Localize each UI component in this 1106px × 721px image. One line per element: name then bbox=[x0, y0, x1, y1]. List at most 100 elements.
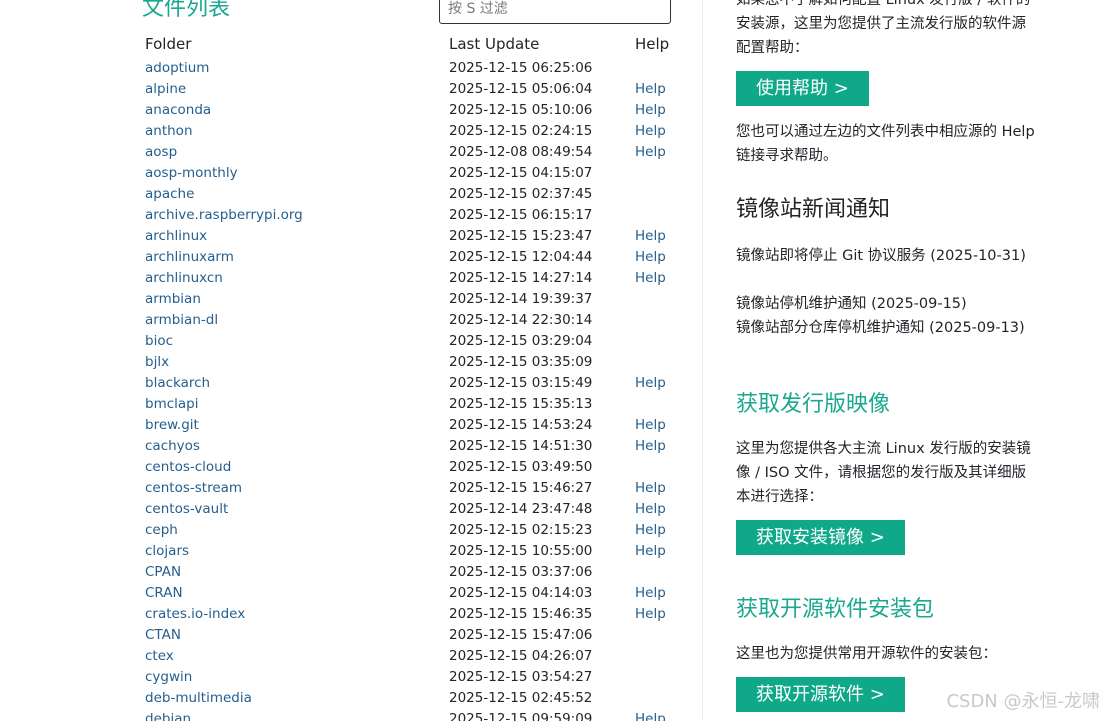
sidebar: 如果您不了解如何配置 Linux 发行版 / 软件的安装源，这里为您提供了主流发… bbox=[702, 0, 1106, 721]
help-intro-text: 如果您不了解如何配置 Linux 发行版 / 软件的安装源，这里为您提供了主流发… bbox=[736, 0, 1031, 56]
table-row: aosp-monthly 2025-12-15 04:15:07 bbox=[0, 163, 702, 184]
folder-link[interactable]: bjlx bbox=[145, 352, 169, 373]
help-link[interactable]: Help bbox=[635, 373, 666, 394]
news-item[interactable]: 镜像站部分仓库停机维护通知 (2025-09-13) bbox=[736, 316, 1036, 340]
table-row: armbian 2025-12-14 19:39:37 bbox=[0, 289, 702, 310]
last-update-cell: 2025-12-15 03:29:04 bbox=[449, 333, 593, 349]
news-item[interactable]: 镜像站停机维护通知 (2025-09-15) bbox=[736, 292, 1036, 316]
last-update-cell: 2025-12-15 02:45:52 bbox=[449, 690, 593, 706]
last-update-cell: 2025-12-15 03:49:50 bbox=[449, 459, 593, 475]
table-row: CRAN 2025-12-15 04:14:03 Help bbox=[0, 583, 702, 604]
help-link[interactable]: Help bbox=[635, 142, 666, 163]
help-link[interactable]: Help bbox=[635, 226, 666, 247]
folder-link[interactable]: brew.git bbox=[145, 415, 199, 436]
folder-link[interactable]: archlinux bbox=[145, 226, 207, 247]
folder-link[interactable]: debian bbox=[145, 709, 191, 721]
table-row: ctex 2025-12-15 04:26:07 bbox=[0, 646, 702, 667]
folder-link[interactable]: clojars bbox=[145, 541, 189, 562]
folder-link[interactable]: bioc bbox=[145, 331, 173, 352]
table-row: archlinuxcn 2025-12-15 14:27:14 Help bbox=[0, 268, 702, 289]
last-update-cell: 2025-12-15 10:55:00 bbox=[449, 543, 593, 559]
help-link[interactable]: Help bbox=[635, 541, 666, 562]
folder-link[interactable]: bmclapi bbox=[145, 394, 199, 415]
help-link[interactable]: Help bbox=[635, 79, 666, 100]
folder-link[interactable]: alpine bbox=[145, 79, 186, 100]
last-update-cell: 2025-12-15 06:25:06 bbox=[449, 60, 593, 76]
folder-link[interactable]: CTAN bbox=[145, 625, 181, 646]
table-row: CTAN 2025-12-15 15:47:06 bbox=[0, 625, 702, 646]
folder-link[interactable]: armbian bbox=[145, 289, 201, 310]
folder-link[interactable]: deb-multimedia bbox=[145, 688, 252, 709]
folder-link[interactable]: aosp bbox=[145, 142, 177, 163]
folder-link[interactable]: cygwin bbox=[145, 667, 192, 688]
help-link[interactable]: Help bbox=[635, 415, 666, 436]
usage-help-button[interactable]: 使用帮助 > bbox=[736, 71, 869, 106]
table-row: brew.git 2025-12-15 14:53:24 Help bbox=[0, 415, 702, 436]
last-update-cell: 2025-12-15 15:35:13 bbox=[449, 396, 593, 412]
folder-link[interactable]: crates.io-index bbox=[145, 604, 245, 625]
help-link[interactable]: Help bbox=[635, 478, 666, 499]
last-update-cell: 2025-12-15 03:37:06 bbox=[449, 564, 593, 580]
folder-link[interactable]: archive.raspberrypi.org bbox=[145, 205, 303, 226]
file-list-panel: 文件列表 Folder Last Update Help adoptium 202… bbox=[0, 0, 702, 721]
help-link[interactable]: Help bbox=[635, 436, 666, 457]
watermark: CSDN @永恒-龙啸 bbox=[946, 691, 1100, 712]
help-link[interactable]: Help bbox=[635, 100, 666, 121]
table-row: bjlx 2025-12-15 03:35:09 bbox=[0, 352, 702, 373]
last-update-cell: 2025-12-15 02:15:23 bbox=[449, 522, 593, 538]
last-update-cell: 2025-12-15 15:23:47 bbox=[449, 228, 593, 244]
column-header-folder[interactable]: Folder bbox=[145, 34, 191, 54]
help-note-text: 您也可以通过左边的文件列表中相应源的 Help 链接寻求帮助。 bbox=[736, 124, 1035, 164]
file-list-table: adoptium 2025-12-15 06:25:06 alpine 2025-12… bbox=[0, 58, 702, 721]
folder-link[interactable]: apache bbox=[145, 184, 194, 205]
get-app-button[interactable]: 获取开源软件 > bbox=[736, 677, 905, 712]
folder-link[interactable]: CRAN bbox=[145, 583, 183, 604]
folder-link[interactable]: ctex bbox=[145, 646, 174, 667]
help-link[interactable]: Help bbox=[635, 121, 666, 142]
folder-link[interactable]: anthon bbox=[145, 121, 193, 142]
last-update-cell: 2025-12-14 23:47:48 bbox=[449, 501, 593, 517]
folder-link[interactable]: blackarch bbox=[145, 373, 210, 394]
last-update-cell: 2025-12-15 06:15:17 bbox=[449, 207, 593, 223]
folder-link[interactable]: cachyos bbox=[145, 436, 200, 457]
folder-link[interactable]: armbian-dl bbox=[145, 310, 218, 331]
column-header-last-update[interactable]: Last Update bbox=[449, 34, 539, 54]
help-link[interactable]: Help bbox=[635, 709, 666, 721]
table-row: crates.io-index 2025-12-15 15:46:35 Help bbox=[0, 604, 702, 625]
help-link[interactable]: Help bbox=[635, 268, 666, 289]
help-link[interactable]: Help bbox=[635, 247, 666, 268]
iso-section-text: 这里为您提供各大主流 Linux 发行版的安装镜像 / ISO 文件，请根据您的… bbox=[736, 441, 1031, 505]
table-row: bioc 2025-12-15 03:29:04 bbox=[0, 331, 702, 352]
app-section-title: 获取开源软件安装包 bbox=[736, 597, 935, 622]
folder-link[interactable]: centos-vault bbox=[145, 499, 228, 520]
last-update-cell: 2025-12-15 14:53:24 bbox=[449, 417, 593, 433]
last-update-cell: 2025-12-15 03:54:27 bbox=[449, 669, 593, 685]
get-iso-button[interactable]: 获取安装镜像 > bbox=[736, 520, 905, 555]
help-link[interactable]: Help bbox=[635, 520, 666, 541]
table-row: centos-vault 2025-12-14 23:47:48 Help bbox=[0, 499, 702, 520]
last-update-cell: 2025-12-15 15:47:06 bbox=[449, 627, 593, 643]
folder-link[interactable]: ceph bbox=[145, 520, 178, 541]
app-section-text: 这里也为您提供常用开源软件的安装包： bbox=[736, 646, 997, 662]
last-update-cell: 2025-12-15 05:10:06 bbox=[449, 102, 593, 118]
table-row: aosp 2025-12-08 08:49:54 Help bbox=[0, 142, 702, 163]
folder-link[interactable]: centos-cloud bbox=[145, 457, 231, 478]
help-link[interactable]: Help bbox=[635, 604, 666, 625]
last-update-cell: 2025-12-15 12:04:44 bbox=[449, 249, 593, 265]
folder-link[interactable]: archlinuxcn bbox=[145, 268, 223, 289]
last-update-cell: 2025-12-14 19:39:37 bbox=[449, 291, 593, 307]
folder-link[interactable]: centos-stream bbox=[145, 478, 242, 499]
folder-link[interactable]: CPAN bbox=[145, 562, 181, 583]
folder-link[interactable]: archlinuxarm bbox=[145, 247, 234, 268]
folder-link[interactable]: anaconda bbox=[145, 100, 211, 121]
table-row: blackarch 2025-12-15 03:15:49 Help bbox=[0, 373, 702, 394]
table-row: apache 2025-12-15 02:37:45 bbox=[0, 184, 702, 205]
filter-input[interactable] bbox=[439, 0, 671, 24]
help-link[interactable]: Help bbox=[635, 499, 666, 520]
news-item[interactable]: 镜像站即将停止 Git 协议服务 (2025-10-31) bbox=[736, 244, 1036, 268]
folder-link[interactable]: aosp-monthly bbox=[145, 163, 238, 184]
help-link[interactable]: Help bbox=[635, 583, 666, 604]
folder-link[interactable]: adoptium bbox=[145, 58, 209, 79]
last-update-cell: 2025-12-15 04:26:07 bbox=[449, 648, 593, 664]
table-row: anthon 2025-12-15 02:24:15 Help bbox=[0, 121, 702, 142]
